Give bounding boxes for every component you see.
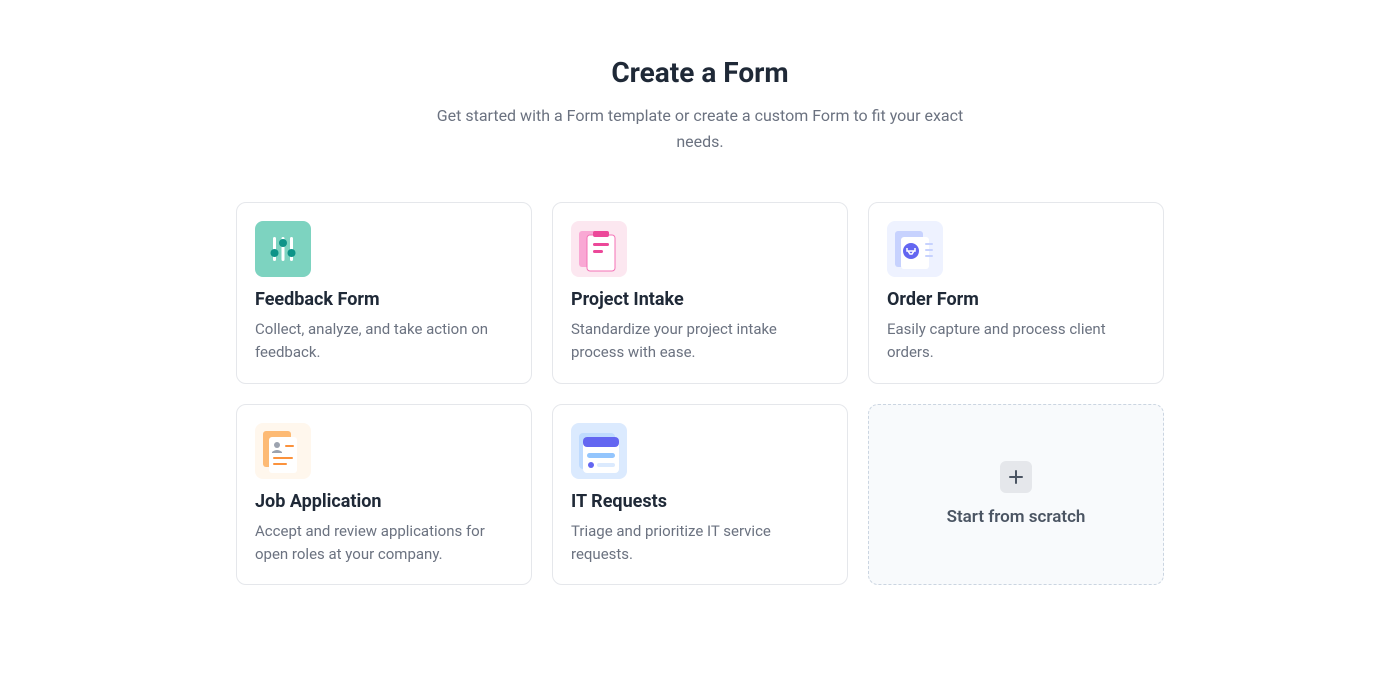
it-requests-icon [571,423,627,479]
feedback-sliders-icon [255,221,311,277]
page-title: Create a Form [420,56,980,89]
card-title: Order Form [887,289,1145,310]
template-card-it-requests[interactable]: IT Requests Triage and prioritize IT ser… [552,404,848,586]
card-title: Project Intake [571,289,829,310]
order-basket-icon [887,221,943,277]
template-card-order-form[interactable]: Order Form Easily capture and process cl… [868,202,1164,384]
start-from-scratch-card[interactable]: Start from scratch [868,404,1164,586]
project-intake-icon [571,221,627,277]
card-title: IT Requests [571,491,829,512]
page-subtitle: Get started with a Form template or crea… [420,103,980,154]
plus-icon [1000,461,1032,493]
job-application-icon [255,423,311,479]
card-description: Accept and review applications for open … [255,520,513,567]
scratch-label: Start from scratch [947,507,1086,527]
card-description: Standardize your project intake process … [571,318,829,365]
template-card-project-intake[interactable]: Project Intake Standardize your project … [552,202,848,384]
card-description: Triage and prioritize IT service request… [571,520,829,567]
card-description: Easily capture and process client orders… [887,318,1145,365]
card-description: Collect, analyze, and take action on fee… [255,318,513,365]
card-title: Feedback Form [255,289,513,310]
template-card-feedback[interactable]: Feedback Form Collect, analyze, and take… [236,202,532,384]
template-card-job-application[interactable]: Job Application Accept and review applic… [236,404,532,586]
card-title: Job Application [255,491,513,512]
template-grid: Feedback Form Collect, analyze, and take… [236,202,1164,585]
page-header: Create a Form Get started with a Form te… [420,56,980,154]
